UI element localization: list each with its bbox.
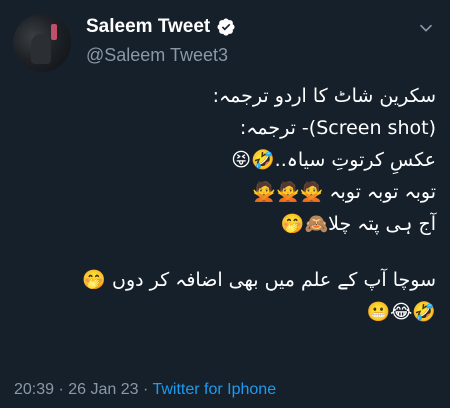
tweet-text: سکرین شاٹ کا اردو ترجمہ: (Screen shot)- …: [14, 80, 436, 328]
tweet-line: سکرین شاٹ کا اردو ترجمہ:: [212, 85, 436, 107]
tweet-line: 🤣😂😬: [366, 301, 436, 323]
tweet-meta: 20:39 · 26 Jan 23 · Twitter for Iphone: [14, 381, 276, 399]
meta-separator: ·: [54, 381, 69, 398]
tweet-line: توبہ توبہ توبہ 🙅🙅🙅: [252, 181, 436, 203]
avatar-figure: [31, 34, 51, 64]
meta-separator: ·: [138, 381, 153, 398]
avatar-accent: [51, 24, 57, 40]
author-row: Saleem Tweet: [86, 14, 236, 40]
tweet-source-link[interactable]: Twitter for Iphone: [152, 381, 276, 398]
tweet-line-spacer: [14, 240, 436, 264]
more-options-icon[interactable]: [416, 14, 436, 34]
tweet-date[interactable]: 26 Jan 23: [68, 381, 138, 398]
verified-badge-icon: [217, 18, 235, 36]
tweet-line: سوچا آپ کے علم میں بھی اضافہ کر دوں 🤭: [82, 269, 436, 291]
display-name[interactable]: Saleem Tweet: [86, 16, 210, 38]
user-handle[interactable]: @Saleem Tweet3: [86, 45, 228, 66]
tweet-time[interactable]: 20:39: [14, 381, 54, 398]
tweet-line: آج ہی پتہ چلا🙈🤭: [280, 213, 436, 235]
tweet-line: (Screen shot)- ترجمہ:: [239, 117, 436, 139]
avatar[interactable]: [13, 14, 71, 72]
tweet-line: عکسِ کرتوتِ سیاہ..🤣😝: [231, 149, 436, 171]
